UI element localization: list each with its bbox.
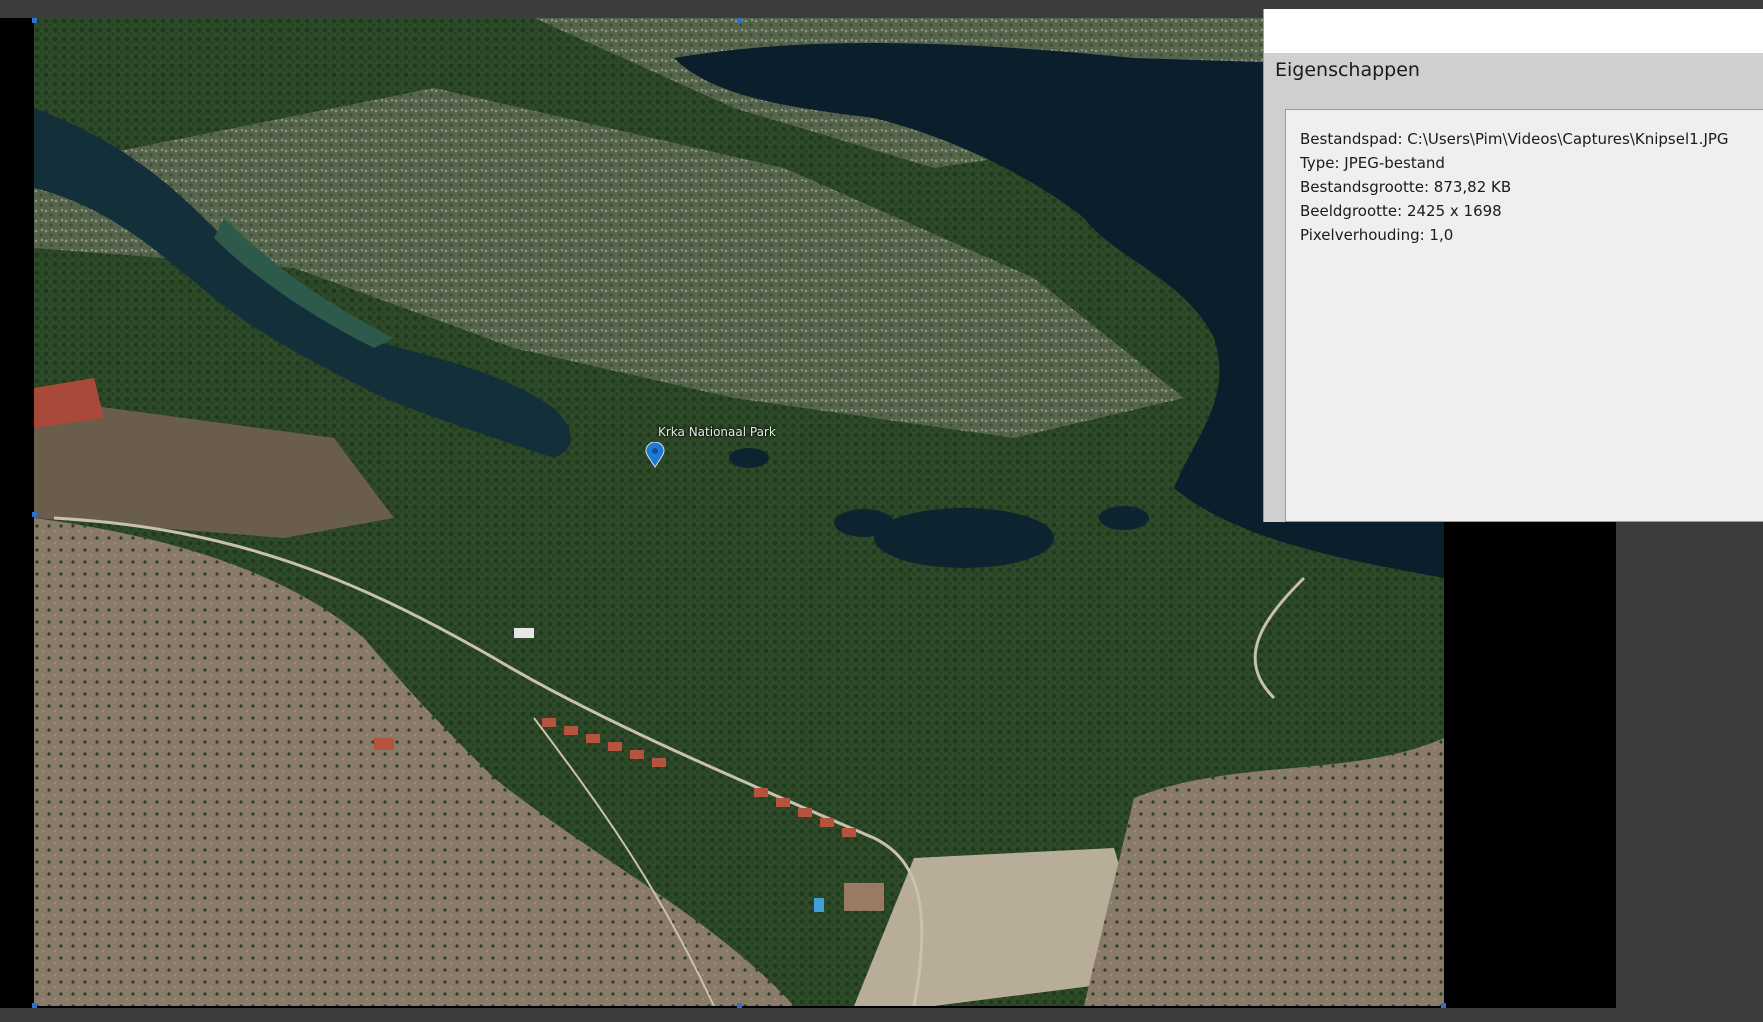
properties-window: Eigenschappen Bestandspad: C:\Users\Pim\…: [1263, 9, 1763, 522]
aerial-photo-graphic: [34, 18, 1444, 1006]
property-file-path: Bestandspad: C:\Users\Pim\Videos\Capture…: [1300, 130, 1729, 148]
aerial-photo[interactable]: Krka Nationaal Park: [34, 18, 1444, 1006]
property-file-size: Bestandsgrootte: 873,82 KB: [1300, 178, 1512, 196]
property-type: Type: JPEG-bestand: [1300, 154, 1445, 172]
selection-handle[interactable]: [737, 18, 742, 23]
selection-handle[interactable]: [1441, 1003, 1446, 1008]
property-image-size: Beeldgrootte: 2425 x 1698: [1300, 202, 1502, 220]
selection-handle[interactable]: [32, 512, 37, 517]
map-place-label: Krka Nationaal Park: [658, 425, 776, 439]
properties-panel: Bestandspad: C:\Users\Pim\Videos\Capture…: [1285, 109, 1763, 522]
property-pixel-ratio: Pixelverhouding: 1,0: [1300, 226, 1454, 244]
selection-handle[interactable]: [32, 1003, 37, 1008]
selection-handle[interactable]: [32, 18, 37, 23]
window-titlebar[interactable]: [1264, 9, 1763, 53]
selection-handle[interactable]: [737, 1003, 742, 1008]
map-pin-icon[interactable]: [645, 442, 665, 468]
properties-title: Eigenschappen: [1275, 59, 1420, 81]
